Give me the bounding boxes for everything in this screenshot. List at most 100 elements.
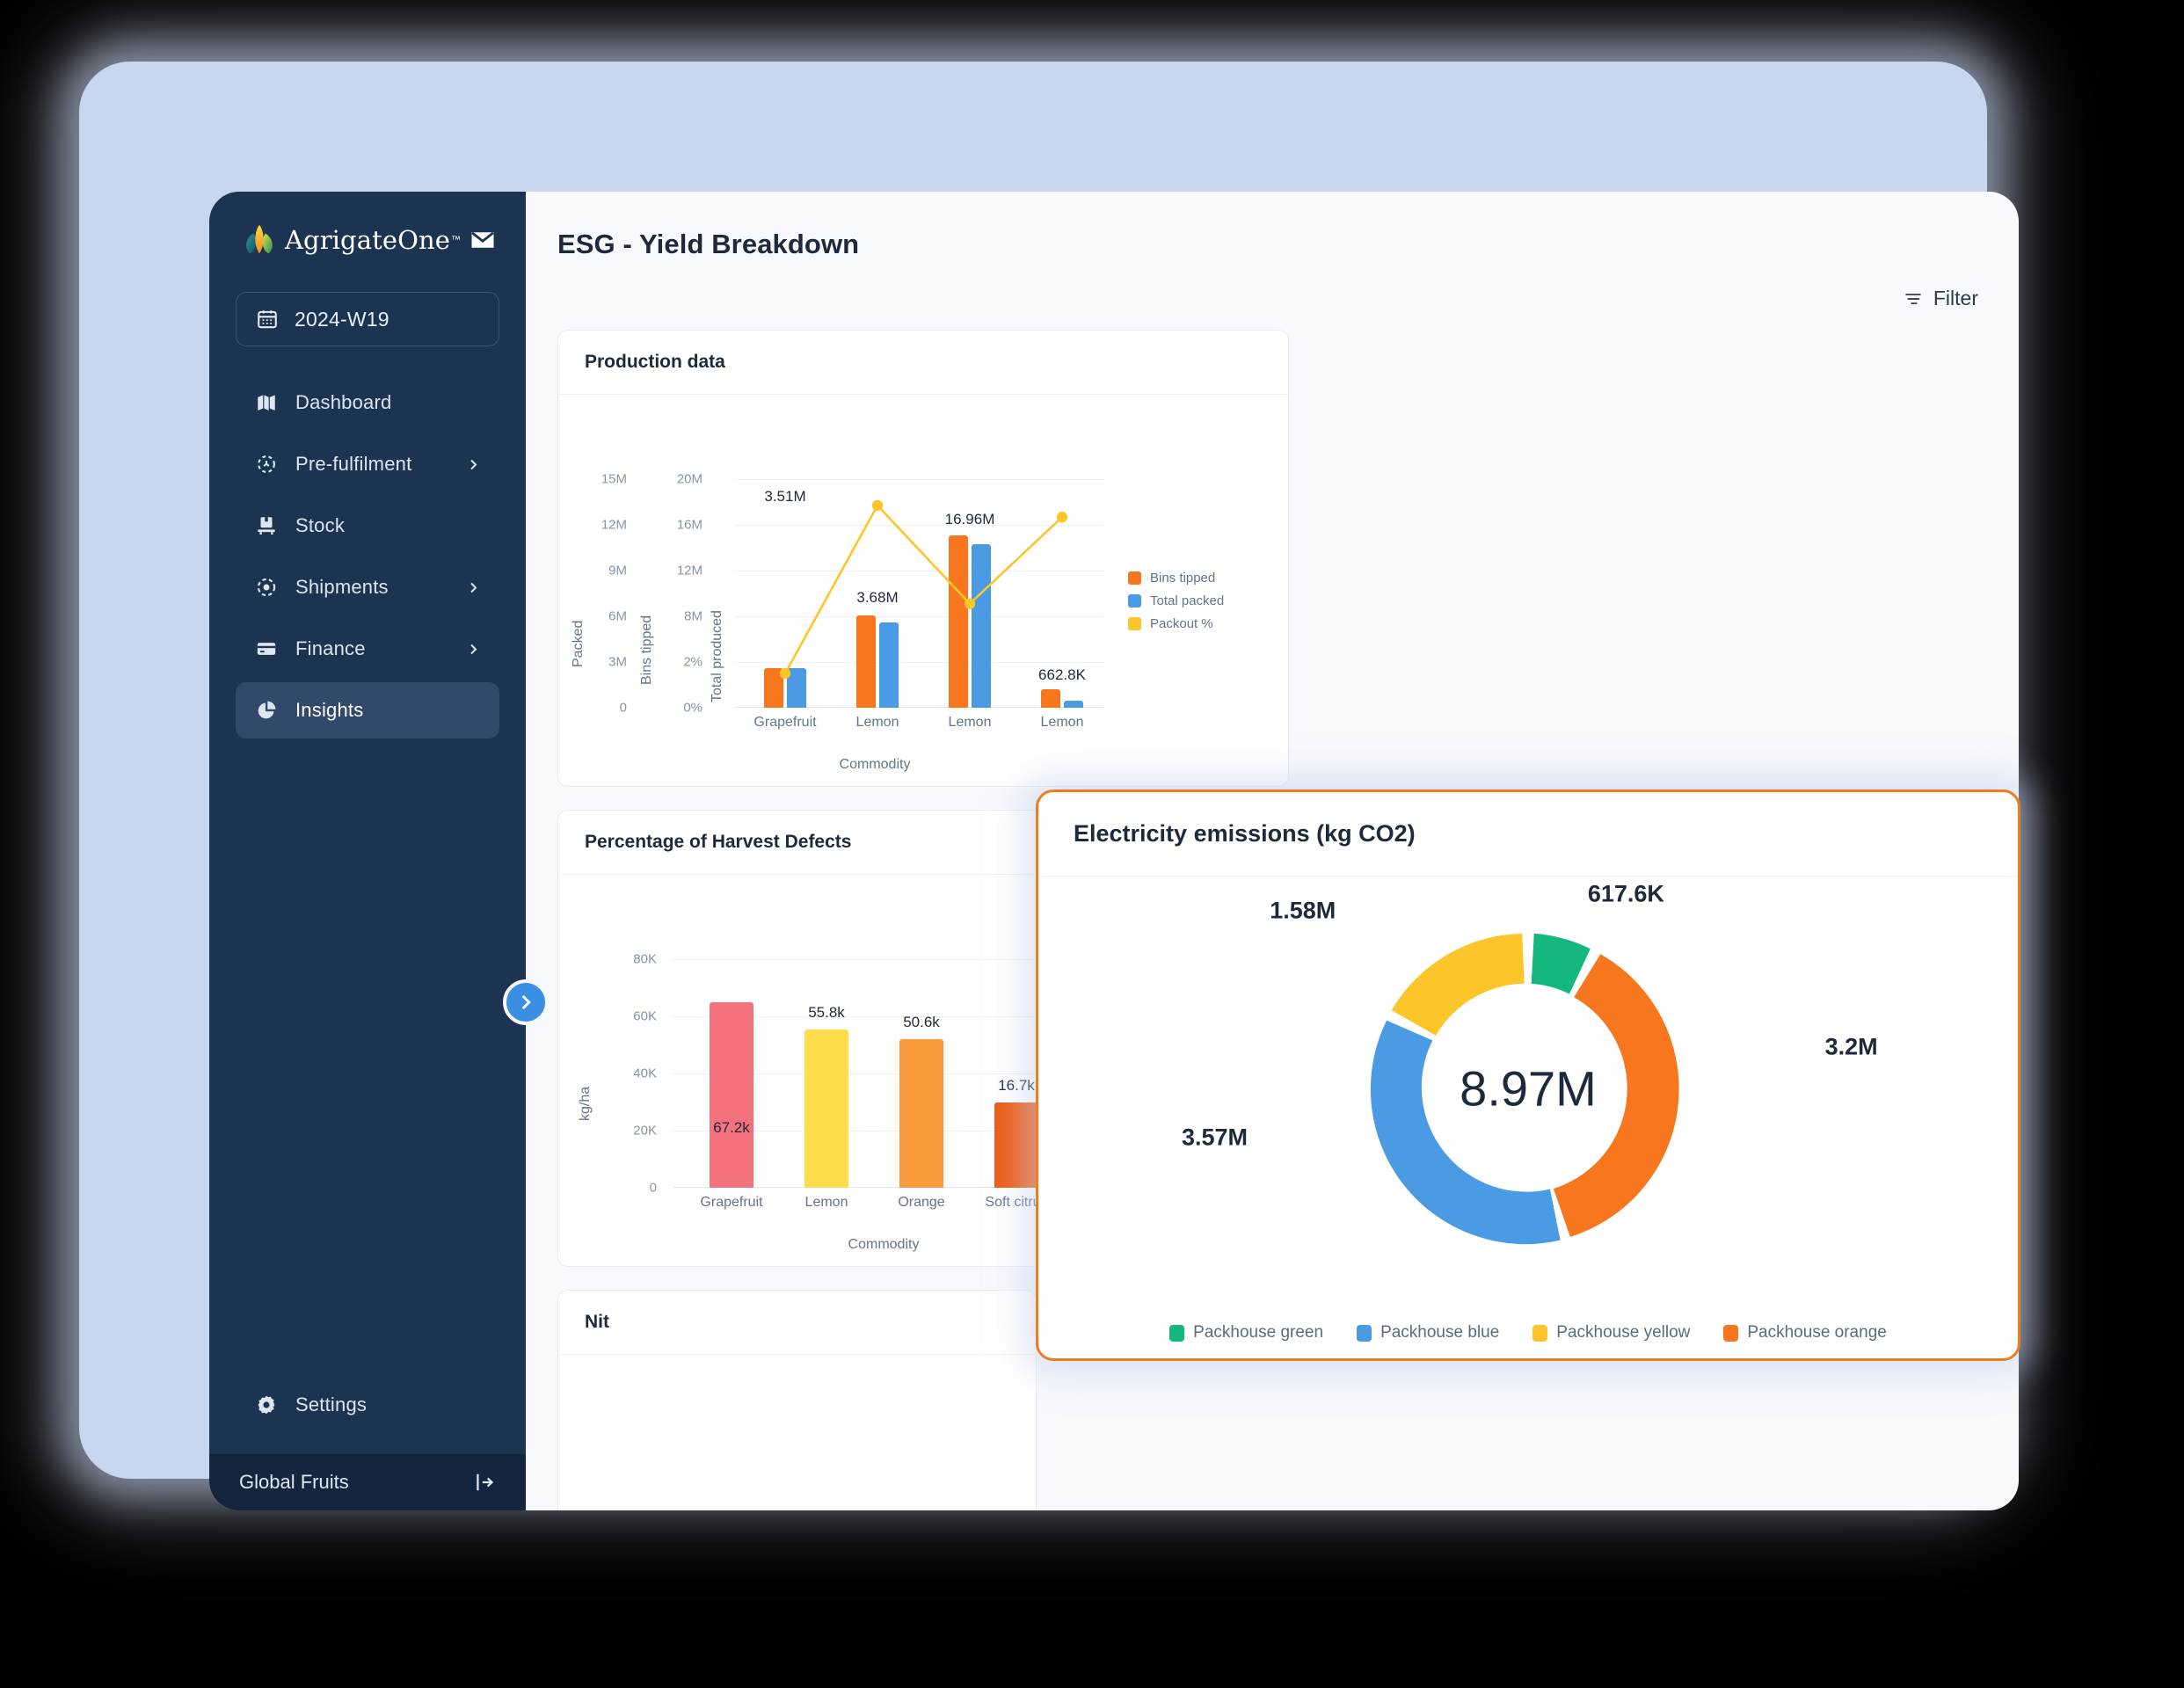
card-header: Production data <box>558 331 1288 395</box>
legend-label: Packhouse blue <box>1380 1323 1500 1342</box>
modal-header: Electricity emissions (kg CO2) <box>1038 792 2018 877</box>
card-title: Production data <box>585 352 725 372</box>
chevron-right-icon <box>522 995 531 1009</box>
location-icon <box>257 578 276 597</box>
donut-chart: 8.97M 617.6K 3.57M 1.58M 3.2M <box>1038 880 2018 1295</box>
box-icon <box>258 517 275 535</box>
x-tick-label: Lemon <box>948 715 992 730</box>
sidebar-item-shipments[interactable]: Shipments <box>236 559 499 615</box>
week-selector[interactable]: 2024-W19 <box>236 292 499 346</box>
legend-item[interactable]: Packhouse orange <box>1723 1323 1887 1342</box>
donut-label-orange: 3.2M <box>1824 1033 1878 1060</box>
sidebar-nav: Dashboard Pre-fulfilment Stock Shipments… <box>209 369 526 744</box>
chart-legend: Bins tipped Total packed Packout % <box>1128 571 1224 631</box>
bar-orange[interactable] <box>899 1039 943 1188</box>
sidebar-item-settings[interactable]: Settings <box>236 1377 499 1433</box>
chevron-right-icon <box>470 644 477 654</box>
y-axis-ticks-packed: 15M 12M 9M 6M 3M 0 <box>601 471 627 716</box>
brand-trademark: ™ <box>451 235 462 245</box>
y-axis-ticks: 80K 60K 40K 20K 0 <box>633 951 657 1196</box>
bar-value-label: 50.6k <box>903 1014 940 1030</box>
bar-grapefruit[interactable] <box>710 1002 753 1188</box>
donut-label-green: 617.6K <box>1587 880 1664 907</box>
legend-swatch <box>1723 1324 1739 1342</box>
card-production-data: Production data Packed Bins tipped Total… <box>557 330 1289 787</box>
sidebar-item-finance[interactable]: Finance <box>236 621 499 677</box>
legend-item[interactable]: Total packed <box>1128 593 1224 608</box>
map-icon <box>258 395 275 411</box>
modal-body: 8.97M 617.6K 3.57M 1.58M 3.2M Packhouse … <box>1038 877 2018 1358</box>
legend-label: Packout % <box>1150 616 1213 631</box>
legend-label: Packhouse yellow <box>1556 1323 1691 1342</box>
x-tick-label: Grapefruit <box>700 1195 763 1210</box>
bar-value-label: 55.8k <box>808 1004 845 1021</box>
sidebar-item-label: Pre-fulfilment <box>295 453 412 475</box>
chart-production-data: Packed Bins tipped Total produced 15M 12… <box>558 395 1288 786</box>
legend-item[interactable]: Packhouse green <box>1169 1323 1323 1342</box>
agrigateone-logo-icon <box>246 224 273 254</box>
sidebar-item-dashboard[interactable]: Dashboard <box>236 375 499 431</box>
x-axis-title: Commodity <box>839 757 911 772</box>
bar-value-label: 16.7k <box>998 1077 1035 1094</box>
y-axis-title: kg/ha <box>578 1086 593 1121</box>
legend-item[interactable]: Bins tipped <box>1128 571 1224 586</box>
legend-label: Packhouse green <box>1193 1323 1324 1342</box>
modal-electricity-emissions: Electricity emissions (kg CO2) 8.97M 617… <box>1036 789 2020 1361</box>
x-tick-label: Lemon <box>1040 715 1084 730</box>
sidebar-item-label: Dashboard <box>295 391 392 413</box>
bar-soft-citrus[interactable] <box>994 1102 1038 1188</box>
legend-swatch <box>1128 571 1141 585</box>
pie-chart-icon <box>258 701 276 719</box>
legend-swatch <box>1169 1324 1185 1342</box>
bar-value-label: 67.2k <box>713 1119 750 1136</box>
sidebar: AgrigateOne ™ 2024-W19 Dashboard Pre-ful… <box>209 192 549 1510</box>
card-title: Nit <box>585 1312 609 1332</box>
screenshot-stage: AgrigateOne ™ 2024-W19 Dashboard Pre-ful… <box>0 0 2184 1688</box>
sidebar-expand-button[interactable] <box>503 979 549 1025</box>
legend-label: Bins tipped <box>1150 571 1216 586</box>
donut-center-value: 8.97M <box>1460 1060 1597 1117</box>
filter-label: Filter <box>1933 287 1978 309</box>
org-name: Global Fruits <box>239 1471 349 1493</box>
x-tick-label: Lemon <box>855 715 899 730</box>
donut-slice-packhouse-yellow[interactable] <box>1391 933 1525 1036</box>
donut-label-yellow: 1.58M <box>1270 897 1336 924</box>
legend-item[interactable]: Packout % <box>1128 616 1224 631</box>
card-header: Nit <box>558 1291 1036 1355</box>
card-nitrogen: Nit kg/ha <box>557 1290 1037 1510</box>
calendar-icon <box>258 310 277 329</box>
sidebar-item-label: Stock <box>295 514 346 536</box>
legend-swatch <box>1128 594 1141 608</box>
filter-button[interactable]: Filter <box>1904 287 1978 310</box>
week-selector-value: 2024-W19 <box>295 307 389 331</box>
legend-item[interactable]: Packhouse blue <box>1357 1323 1499 1342</box>
logout-icon[interactable] <box>473 1471 496 1494</box>
sidebar-item-label: Shipments <box>295 576 389 598</box>
legend-swatch <box>1357 1324 1372 1342</box>
org-bar: Global Fruits <box>209 1454 526 1510</box>
modal-title: Electricity emissions (kg CO2) <box>1074 820 1416 847</box>
bar-lemon[interactable] <box>804 1030 848 1188</box>
line-packout-points <box>779 499 1068 680</box>
sidebar-item-label: Finance <box>295 637 366 659</box>
sidebar-item-stock[interactable]: Stock <box>236 498 499 554</box>
plot-area: 3.51M 3.68M 16.96M 662.8K Grapefruit Lem… <box>734 479 1103 730</box>
x-tick-label: Orange <box>898 1195 945 1210</box>
donut-label-blue: 3.57M <box>1181 1124 1249 1151</box>
brand: AgrigateOne ™ <box>209 192 526 269</box>
sidebar-item-insights[interactable]: Insights <box>236 682 499 738</box>
sidebar-item-label: Settings <box>295 1393 368 1415</box>
legend-swatch <box>1128 617 1141 630</box>
y-axis-ticks-bins-tipped: 20M 16M 12M 8M 2% 0% <box>676 471 703 716</box>
modal-legend: Packhouse green Packhouse blue Packhouse… <box>1038 1323 2018 1342</box>
donut-slice-packhouse-blue[interactable] <box>1370 1020 1561 1245</box>
mail-icon[interactable] <box>470 227 496 253</box>
chevron-right-icon <box>470 459 477 469</box>
chevron-right-icon <box>470 582 477 593</box>
sidebar-item-pre-fulfilment[interactable]: Pre-fulfilment <box>236 436 499 492</box>
toolbar: Filter <box>526 260 2019 310</box>
legend-item[interactable]: Packhouse yellow <box>1532 1323 1690 1342</box>
x-tick-label: Lemon <box>804 1195 848 1210</box>
donut-slice-packhouse-green[interactable] <box>1531 933 1591 994</box>
